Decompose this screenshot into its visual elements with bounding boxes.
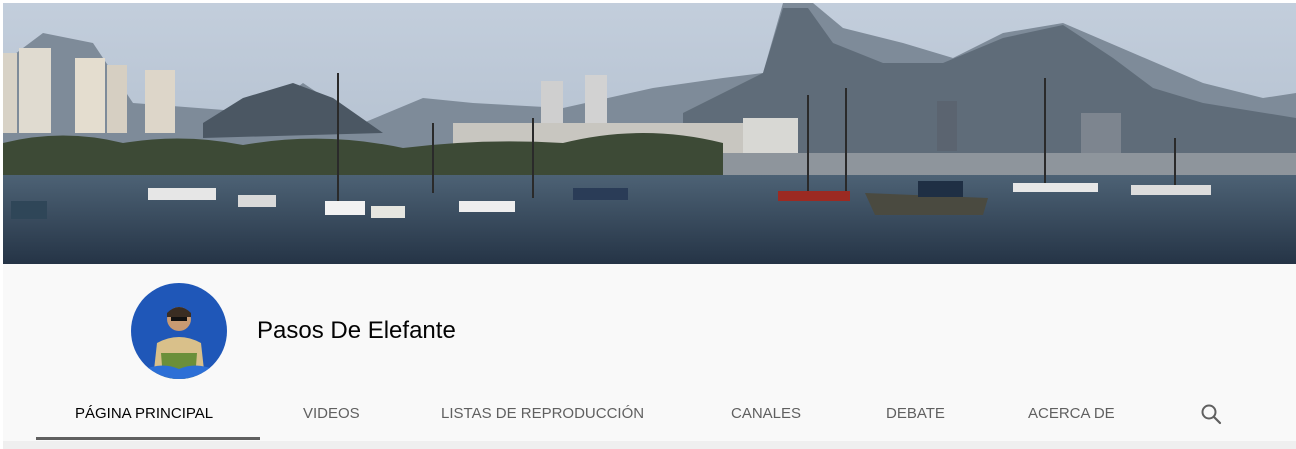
channel-title: Pasos De Elefante xyxy=(257,317,456,344)
tab-discussion[interactable]: DEBATE xyxy=(886,389,945,437)
tab-videos[interactable]: VIDEOS xyxy=(303,389,360,437)
banner-image xyxy=(3,3,1296,264)
channel-avatar[interactable] xyxy=(131,283,227,379)
avatar-image xyxy=(131,283,227,379)
tab-about[interactable]: ACERCA DE xyxy=(1028,389,1115,437)
channel-tabs: PÁGINA PRINCIPAL VIDEOS LISTAS DE REPROD… xyxy=(3,389,1296,441)
tab-home[interactable]: PÁGINA PRINCIPAL xyxy=(75,389,213,437)
tab-playlists[interactable]: LISTAS DE REPRODUCCIÓN xyxy=(441,389,644,437)
tab-channels[interactable]: CANALES xyxy=(731,389,801,437)
channel-banner xyxy=(3,3,1296,264)
active-tab-indicator xyxy=(36,437,260,440)
channel-search-button[interactable] xyxy=(1196,399,1226,429)
search-icon xyxy=(1201,404,1222,425)
channel-header: Pasos De Elefante PÁGINA PRINCIPAL VIDEO… xyxy=(3,264,1296,449)
header-bottom-divider xyxy=(3,441,1296,449)
